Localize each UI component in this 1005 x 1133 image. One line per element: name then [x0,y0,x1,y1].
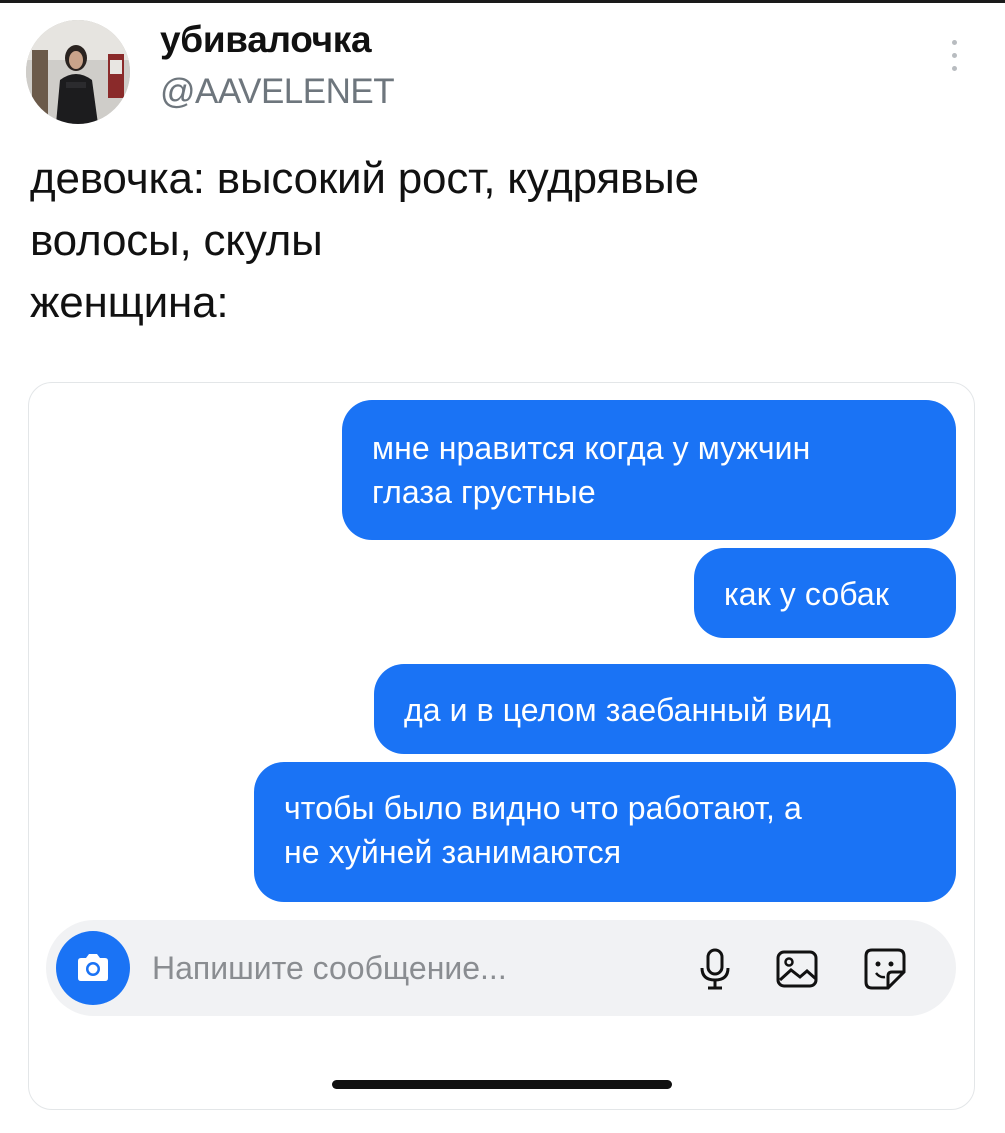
message-input: Напишите сообщение... [152,950,507,986]
chat-bubble-line: как у собак [724,576,889,612]
chat-bubble: да и в целом заебанный вид [374,664,956,754]
chat-bubble: чтобы было видно что работают, а не хуйн… [254,762,956,902]
chat-bubble-line: мне нравится когда у мужчин [372,430,811,466]
camera-icon [56,931,130,1005]
image-icon [776,950,818,988]
tweet-text-line: женщина: [30,278,229,327]
chat-bubble-line: не хуйней занимаются [284,834,622,870]
more-options-icon[interactable] [944,40,964,80]
message-composer: Напишите сообщение... [46,920,956,1016]
chat-bubble-line: да и в целом заебанный вид [404,692,831,728]
tweet-text: девочка: высокий рост, кудрявые волосы, … [30,148,970,334]
chat-bubble: как у собак [694,548,956,638]
avatar[interactable] [26,20,130,124]
chat-bubble-line: чтобы было видно что работают, а [284,790,802,826]
sticker-icon [864,948,906,990]
top-divider [0,0,1005,3]
microphone-icon [700,948,730,990]
chat-bubble-line: глаза грустные [372,474,596,510]
tweet-text-line: волосы, скулы [30,216,323,265]
tweet-text-line: девочка: высокий рост, кудрявые [30,154,699,203]
home-indicator [332,1080,672,1089]
display-name[interactable]: убивалочка [160,18,372,62]
chat-bubble: мне нравится когда у мужчин глаза грустн… [342,400,956,540]
user-handle[interactable]: @AAVELENET [160,70,395,114]
